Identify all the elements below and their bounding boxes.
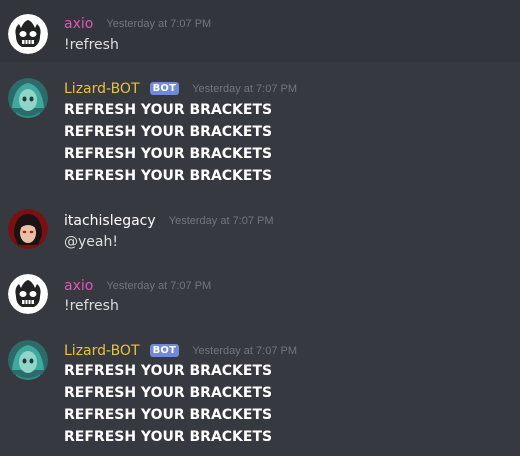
skull-avatar-icon: [8, 274, 48, 314]
itachi-avatar-icon: [8, 209, 48, 249]
message-text: REFRESH YOUR BRACKETS: [64, 407, 273, 423]
avatar[interactable]: [8, 209, 48, 249]
username[interactable]: Lizard-BOT: [64, 81, 140, 97]
message-group: Lizard-BOT BOT Yesterday at 7:07 PM REFR…: [0, 62, 520, 192]
message-group: axio Yesterday at 7:07 PM !refresh: [0, 258, 520, 324]
skull-avatar-icon: [8, 14, 48, 54]
avatar[interactable]: [8, 340, 48, 380]
bot-badge: BOT: [149, 82, 180, 95]
lizard-girl-avatar-icon: [8, 78, 48, 118]
username[interactable]: itachislegacy: [64, 213, 156, 229]
message-text: !refresh: [64, 37, 119, 53]
message-text: REFRESH YOUR BRACKETS: [64, 168, 273, 184]
avatar[interactable]: [8, 78, 48, 118]
message-group: itachislegacy Yesterday at 7:07 PM @yeah…: [0, 192, 520, 258]
message-text: REFRESH YOUR BRACKETS: [64, 124, 273, 140]
timestamp: Yesterday at 7:07 PM: [192, 82, 298, 95]
username[interactable]: Lizard-BOT: [64, 343, 140, 359]
message-text: REFRESH YOUR BRACKETS: [64, 102, 273, 118]
lizard-girl-avatar-icon: [8, 340, 48, 380]
timestamp: Yesterday at 7:07 PM: [106, 279, 212, 292]
message-text: !refresh: [64, 298, 119, 314]
avatar[interactable]: [8, 14, 48, 54]
username[interactable]: axio: [64, 16, 93, 32]
message-text: REFRESH YOUR BRACKETS: [64, 429, 273, 445]
bot-badge: BOT: [149, 344, 180, 357]
avatar[interactable]: [8, 274, 48, 314]
message-text: REFRESH YOUR BRACKETS: [64, 363, 273, 379]
message-group: Lizard-BOT BOT Yesterday at 7:07 PM REFR…: [0, 324, 520, 456]
message-text: REFRESH YOUR BRACKETS: [64, 146, 273, 162]
message-group: axio Yesterday at 7:07 PM !refresh: [0, 0, 520, 62]
timestamp: Yesterday at 7:07 PM: [106, 17, 212, 30]
username[interactable]: axio: [64, 278, 93, 294]
timestamp: Yesterday at 7:07 PM: [168, 214, 274, 227]
message-text: REFRESH YOUR BRACKETS: [64, 385, 273, 401]
timestamp: Yesterday at 7:07 PM: [192, 344, 298, 357]
message-text: @yeah!: [64, 234, 118, 250]
